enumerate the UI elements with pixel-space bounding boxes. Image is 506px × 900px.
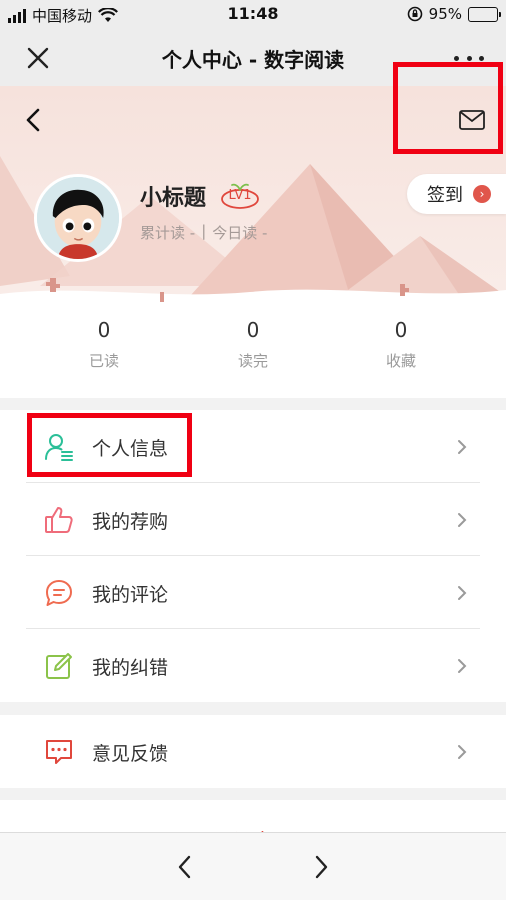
menu-item-label: 我的评论 <box>92 584 169 606</box>
avatar-image <box>37 177 119 259</box>
thumbs-up-icon <box>45 507 73 533</box>
menu-item-recommend[interactable]: 我的荐购 <box>0 483 506 556</box>
stat-value: 0 <box>97 318 111 342</box>
status-bar: 中国移动 11:48 95% <box>0 0 506 30</box>
chevron-right-icon <box>458 586 467 600</box>
menu-item-label: 意见反馈 <box>92 743 169 765</box>
read-divider: | <box>201 222 207 240</box>
menu-item-feedback[interactable]: 意见反馈 <box>0 715 506 788</box>
personal-info-highlight-box <box>27 413 192 477</box>
browser-toolbar <box>0 832 506 900</box>
stats-panel: 0 已读 0 读完 0 收藏 <box>0 302 506 398</box>
avatar[interactable] <box>34 174 122 262</box>
checkin-arrow-icon: › <box>473 185 491 203</box>
chevron-right-icon <box>458 440 467 454</box>
chevron-right-icon <box>458 745 467 759</box>
level-badge: LV1 <box>220 182 260 210</box>
read-stats: 累计读 - | 今日读 - <box>140 222 267 243</box>
menu-item-corrections[interactable]: 我的纠错 <box>0 629 506 702</box>
stat-value: 0 <box>394 318 408 342</box>
stat-read[interactable]: 0 已读 <box>44 318 164 371</box>
feedback-group: 意见反馈 <box>0 715 506 788</box>
orientation-lock-icon <box>407 6 422 22</box>
feedback-icon <box>46 740 72 764</box>
menu-item-comments[interactable]: 我的评论 <box>0 556 506 629</box>
status-right: 95% <box>407 5 501 23</box>
today-read: 今日读 - <box>212 224 268 242</box>
stat-label: 读完 <box>237 352 268 370</box>
battery-percent: 95% <box>428 5 462 23</box>
stat-label: 收藏 <box>385 352 416 370</box>
edit-icon <box>46 653 72 679</box>
browser-forward-icon[interactable] <box>310 853 332 881</box>
menu-item-label: 我的荐购 <box>92 511 169 533</box>
back-icon[interactable] <box>20 106 48 134</box>
checkin-highlight-box <box>393 62 503 154</box>
total-read: 累计读 - <box>140 224 196 242</box>
chevron-right-icon <box>458 513 467 527</box>
level-text: LV1 <box>228 188 252 203</box>
stat-label: 已读 <box>88 352 119 370</box>
comment-icon <box>46 580 72 606</box>
stat-value: 0 <box>246 318 260 342</box>
battery-icon <box>468 6 501 22</box>
menu-item-label: 我的纠错 <box>92 657 169 679</box>
checkin-button[interactable]: 签到 › <box>407 174 506 214</box>
username: 小标题 <box>140 186 207 211</box>
stat-favorites[interactable]: 0 收藏 <box>341 318 461 371</box>
browser-back-icon[interactable] <box>174 853 196 881</box>
chevron-right-icon <box>458 659 467 673</box>
checkin-label: 签到 <box>427 185 463 206</box>
stat-finished[interactable]: 0 读完 <box>193 318 313 371</box>
